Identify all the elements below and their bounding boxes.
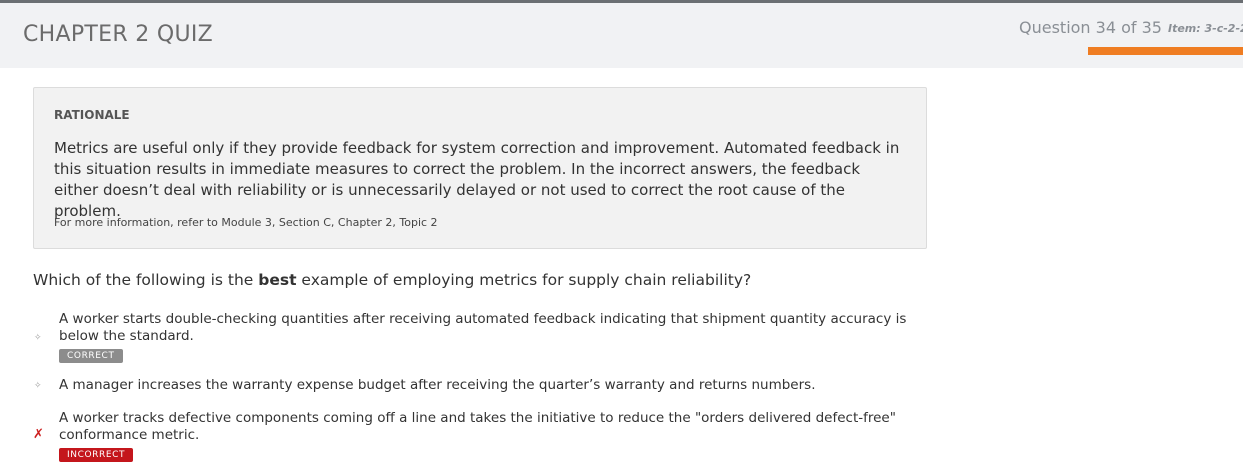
answer-option-3[interactable]: A worker tracks defective components com… <box>59 410 929 444</box>
answer-bullet-icon: ✧ <box>34 381 42 391</box>
question-emphasis: best <box>258 271 297 289</box>
answer-option-2[interactable]: A manager increases the warranty expense… <box>59 377 929 394</box>
quiz-header: CHAPTER 2 QUIZ Question 34 of 35 Item: 3… <box>0 3 1243 68</box>
progress-bar <box>1088 47 1243 55</box>
rationale-body: Metrics are useful only if they provide … <box>54 139 900 220</box>
correct-badge: CORRECT <box>59 349 123 363</box>
incorrect-x-icon: ✗ <box>33 427 44 442</box>
rationale-heading: RATIONALE <box>54 108 130 122</box>
question-counter: Question 34 of 35 <box>1019 18 1162 37</box>
rationale-panel: RATIONALE Metrics are useful only if the… <box>33 87 927 249</box>
item-id: Item: 3-c-2-2- <box>1168 22 1243 35</box>
answer-option-1[interactable]: A worker starts double-checking quantiti… <box>59 311 929 345</box>
quiz-title: CHAPTER 2 QUIZ <box>23 22 214 47</box>
question-text: Which of the following is the best examp… <box>33 271 751 289</box>
rationale-reference: For more information, refer to Module 3,… <box>54 216 438 229</box>
incorrect-badge: INCORRECT <box>59 448 134 462</box>
question-prefix: Which of the following is the <box>33 271 259 289</box>
answer-bullet-icon: ✧ <box>34 333 42 343</box>
question-suffix: example of employing metrics for supply … <box>296 271 752 289</box>
